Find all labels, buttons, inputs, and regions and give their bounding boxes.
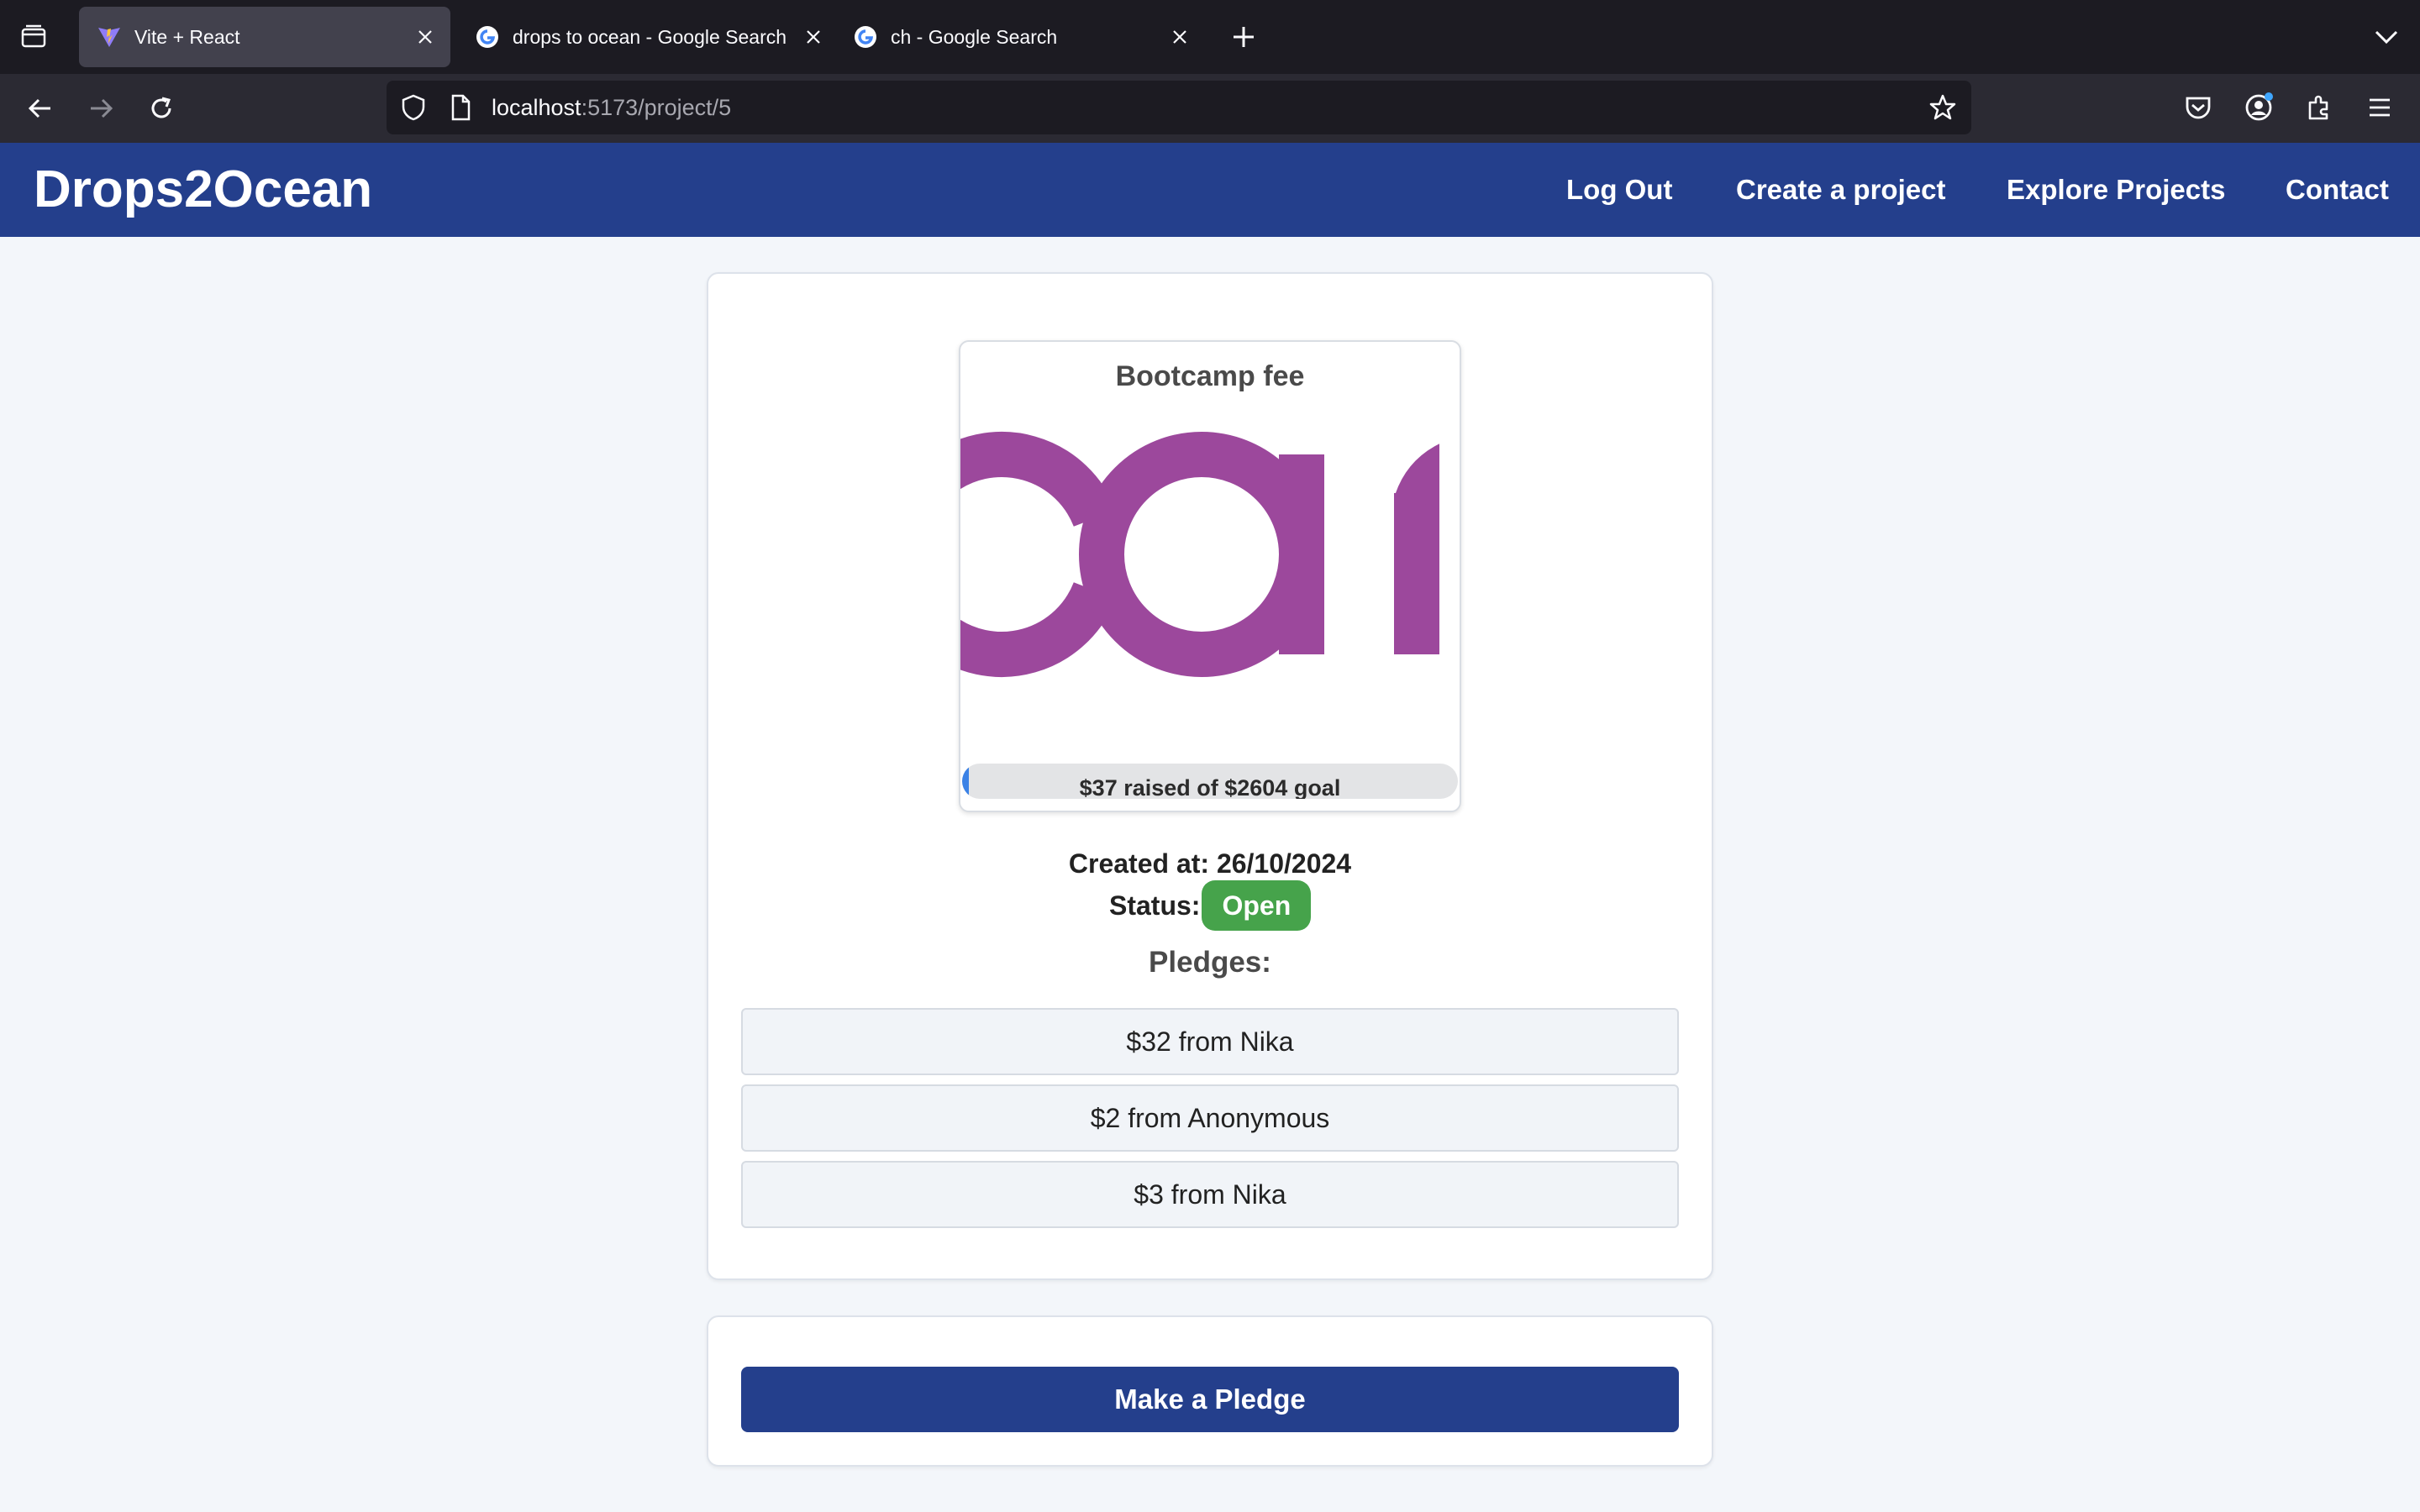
nav-log-out[interactable]: Log Out bbox=[1566, 143, 1672, 237]
url-host: localhost bbox=[492, 95, 581, 120]
letter-a-bowl bbox=[1079, 432, 1324, 677]
tab-ch-search[interactable]: ch - Google Search bbox=[835, 7, 1205, 67]
project-image bbox=[960, 409, 1460, 728]
star-icon[interactable] bbox=[1928, 92, 1958, 123]
tab-drops-to-ocean-search[interactable]: drops to ocean - Google Search bbox=[457, 7, 827, 67]
shield-icon[interactable] bbox=[398, 92, 429, 123]
close-icon[interactable] bbox=[1165, 22, 1195, 52]
chevron-down-icon[interactable] bbox=[2370, 22, 2403, 52]
reload-button[interactable] bbox=[143, 90, 180, 127]
google-icon bbox=[476, 26, 498, 48]
tab-title: drops to ocean - Google Search bbox=[513, 25, 787, 48]
firefox-view-icon[interactable] bbox=[18, 22, 49, 52]
nav-explore-projects[interactable]: Explore Projects bbox=[2007, 143, 2225, 237]
site-brand[interactable]: Drops2Ocean bbox=[34, 143, 372, 237]
nav-create-project[interactable]: Create a project bbox=[1736, 143, 1945, 237]
address-bar[interactable]: localhost:5173/project/5 bbox=[387, 81, 1971, 134]
nav-contact[interactable]: Contact bbox=[2286, 143, 2389, 237]
arrow-left-icon bbox=[28, 98, 50, 118]
pocket-icon[interactable] bbox=[2181, 91, 2215, 124]
site-header: Drops2Ocean Log Out Create a project Exp… bbox=[0, 143, 2420, 237]
letter-a-stem bbox=[1279, 454, 1324, 654]
menu-icon[interactable] bbox=[2363, 91, 2396, 124]
google-icon bbox=[855, 26, 876, 48]
url-text[interactable]: localhost:5173/project/5 bbox=[492, 81, 731, 134]
account-icon[interactable] bbox=[2242, 91, 2275, 124]
tab-title: ch - Google Search bbox=[891, 25, 1058, 48]
project-card: Bootcamp fee $37 raised of $2604 goal bbox=[959, 340, 1461, 812]
back-button[interactable] bbox=[22, 90, 59, 127]
new-tab-plus-icon[interactable] bbox=[1227, 20, 1260, 54]
letter-r-stem bbox=[1394, 493, 1439, 654]
letter-c bbox=[960, 432, 1117, 677]
browser-tab-strip: Vite + React drops to ocean - Google Sea… bbox=[0, 0, 2420, 74]
progress-text: $37 raised of $2604 goal bbox=[1079, 775, 1341, 799]
arrow-right-icon bbox=[91, 98, 113, 118]
project-image-letters bbox=[960, 409, 1460, 728]
pledge-item: $2 from Anonymous bbox=[741, 1084, 1679, 1152]
pledge-item: $32 from Nika bbox=[741, 1008, 1679, 1075]
status-row: Status: Open bbox=[1109, 880, 1312, 931]
reload-icon bbox=[151, 97, 171, 118]
close-icon[interactable] bbox=[410, 22, 440, 52]
funding-progress-bar: $37 raised of $2604 goal bbox=[962, 764, 1458, 799]
forward-button[interactable] bbox=[82, 90, 119, 127]
status-badge: Open bbox=[1202, 880, 1312, 931]
make-pledge-button[interactable]: Make a Pledge bbox=[741, 1367, 1679, 1432]
project-title: Bootcamp fee bbox=[1115, 360, 1305, 392]
close-icon[interactable] bbox=[798, 22, 829, 52]
created-date: Created at: 26/10/2024 bbox=[1068, 848, 1352, 879]
pledge-item: $3 from Nika bbox=[741, 1161, 1679, 1228]
pledges-heading: Pledges: bbox=[1149, 946, 1271, 979]
image-crop-edge bbox=[1439, 409, 1460, 728]
tab-vite-react[interactable]: Vite + React bbox=[79, 7, 450, 67]
status-label: Status: bbox=[1109, 890, 1201, 921]
tab-title: Vite + React bbox=[134, 25, 240, 48]
url-path: :5173/project/5 bbox=[581, 95, 732, 120]
extensions-icon[interactable] bbox=[2302, 91, 2336, 124]
page-icon[interactable] bbox=[445, 92, 476, 123]
vite-icon bbox=[98, 28, 120, 47]
